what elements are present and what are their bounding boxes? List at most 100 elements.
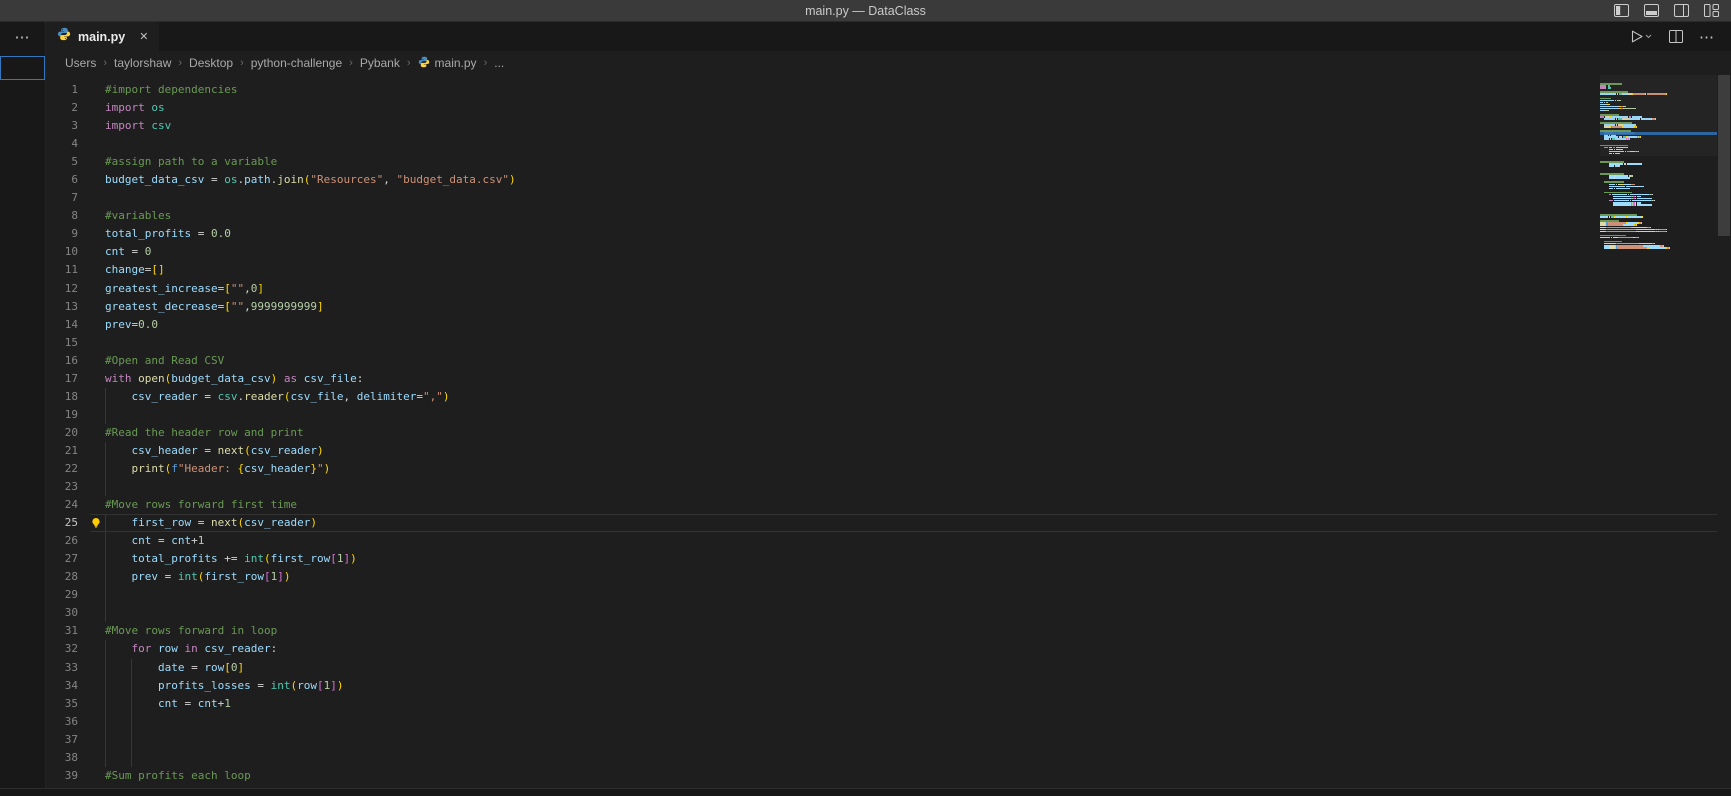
line-number[interactable]: 17 bbox=[46, 370, 78, 388]
toggle-secondary-sidebar-icon[interactable] bbox=[1674, 4, 1689, 17]
code-line[interactable]: 24 #Move rows forward first time bbox=[46, 496, 1731, 514]
code-line[interactable]: 26 cnt = cnt+1 bbox=[46, 532, 1731, 551]
code-line[interactable]: 27 total_profits += int(first_row[1]) bbox=[46, 550, 1731, 569]
minimap-slider[interactable] bbox=[1600, 75, 1717, 156]
breadcrumb-item[interactable]: Users bbox=[65, 56, 96, 70]
line-number[interactable]: 19 bbox=[46, 406, 78, 424]
code-line[interactable]: 5 #assign path to a variable bbox=[46, 153, 1731, 171]
code-line[interactable]: 2 import os bbox=[46, 99, 1731, 117]
line-number[interactable]: 32 bbox=[46, 640, 78, 658]
code-line[interactable]: 34 profits_losses = int(row[1]) bbox=[46, 676, 1731, 695]
code-line[interactable]: 28 prev = int(first_row[1]) bbox=[46, 568, 1731, 587]
line-number[interactable]: 28 bbox=[46, 568, 78, 586]
line-number[interactable]: 31 bbox=[46, 622, 78, 640]
tab-close-icon[interactable]: ✕ bbox=[139, 30, 148, 43]
code-line[interactable]: 7 bbox=[46, 189, 1731, 207]
code-line[interactable]: 4 bbox=[46, 135, 1731, 153]
line-number[interactable]: 27 bbox=[46, 550, 78, 568]
code-line[interactable]: 19 bbox=[46, 405, 1731, 424]
line-number[interactable]: 5 bbox=[46, 153, 78, 171]
line-number[interactable]: 2 bbox=[46, 99, 78, 117]
code-line[interactable]: 15 bbox=[46, 334, 1731, 352]
code-line[interactable]: 29 bbox=[46, 586, 1731, 605]
code-line[interactable]: 39 #Sum profits each loop bbox=[46, 767, 1731, 785]
code-line[interactable]: 31 #Move rows forward in loop bbox=[46, 622, 1731, 640]
line-number[interactable]: 10 bbox=[46, 243, 78, 261]
quick-fix-lightbulb-icon[interactable] bbox=[90, 517, 102, 529]
line-number[interactable]: 34 bbox=[46, 677, 78, 695]
code-line[interactable]: 21 csv_header = next(csv_reader) bbox=[46, 441, 1731, 460]
tab-main-py[interactable]: main.py ✕ bbox=[46, 22, 160, 51]
code-line[interactable]: 9 total_profits = 0.0 bbox=[46, 225, 1731, 243]
code-line[interactable]: 3 import csv bbox=[46, 117, 1731, 135]
breadcrumb-item[interactable]: python-challenge bbox=[251, 56, 342, 70]
code-line[interactable]: 8 #variables bbox=[46, 207, 1731, 225]
code-line[interactable]: 22 print(f"Header: {csv_header}") bbox=[46, 459, 1731, 479]
line-number[interactable]: 13 bbox=[46, 298, 78, 316]
line-number[interactable]: 30 bbox=[46, 604, 78, 622]
more-editor-actions-icon[interactable]: ⋯ bbox=[1699, 28, 1715, 46]
vertical-scrollbar[interactable] bbox=[1717, 75, 1731, 788]
code-line[interactable]: 35 cnt = cnt+1 bbox=[46, 694, 1731, 713]
line-number[interactable]: 14 bbox=[46, 316, 78, 334]
code-line[interactable]: 13 greatest_decrease=["",9999999999] bbox=[46, 298, 1731, 316]
code-editor[interactable]: 1 #import dependencies 2 import os 3 import c… bbox=[46, 75, 1731, 788]
line-number[interactable]: 21 bbox=[46, 442, 78, 460]
split-editor-icon[interactable] bbox=[1669, 30, 1683, 43]
code-line[interactable]: 32 for row in csv_reader: bbox=[46, 640, 1731, 659]
line-number[interactable]: 24 bbox=[46, 496, 78, 514]
line-number[interactable]: 16 bbox=[46, 352, 78, 370]
breadcrumb-item[interactable]: Desktop bbox=[189, 56, 233, 70]
line-number[interactable]: 9 bbox=[46, 225, 78, 243]
breadcrumb-item[interactable]: ... bbox=[494, 56, 504, 70]
code-line[interactable]: 14 prev=0.0 bbox=[46, 316, 1731, 334]
code-line[interactable]: 12 greatest_increase=["",0] bbox=[46, 280, 1731, 298]
code-line[interactable]: 30 bbox=[46, 604, 1731, 623]
line-number[interactable]: 4 bbox=[46, 135, 78, 153]
line-number[interactable]: 35 bbox=[46, 695, 78, 713]
line-number[interactable]: 7 bbox=[46, 189, 78, 207]
code-line[interactable]: 17 with open(budget_data_csv) as csv_file… bbox=[46, 370, 1731, 388]
line-number[interactable]: 1 bbox=[46, 81, 78, 99]
line-number[interactable]: 15 bbox=[46, 334, 78, 352]
toggle-panel-icon[interactable] bbox=[1644, 4, 1659, 17]
line-number[interactable]: 33 bbox=[46, 659, 78, 677]
code-line[interactable]: 23 bbox=[46, 478, 1731, 497]
line-number[interactable]: 37 bbox=[46, 731, 78, 749]
line-number[interactable]: 36 bbox=[46, 713, 78, 731]
toggle-primary-sidebar-icon[interactable] bbox=[1614, 4, 1629, 17]
line-number[interactable]: 12 bbox=[46, 280, 78, 298]
line-number[interactable]: 6 bbox=[46, 171, 78, 189]
line-number[interactable]: 8 bbox=[46, 207, 78, 225]
code-line[interactable]: 25 first_row = next(csv_reader) bbox=[46, 514, 1731, 533]
customize-layout-icon[interactable] bbox=[1704, 4, 1719, 17]
code-line[interactable]: 37 bbox=[46, 730, 1731, 749]
scrollbar-thumb[interactable] bbox=[1718, 75, 1730, 236]
line-number[interactable]: 29 bbox=[46, 586, 78, 604]
more-actions-icon[interactable]: ⋯ bbox=[0, 22, 45, 51]
line-number[interactable]: 20 bbox=[46, 424, 78, 442]
line-number[interactable]: 22 bbox=[46, 460, 78, 478]
code-line[interactable]: 6 budget_data_csv = os.path.join("Resourc… bbox=[46, 171, 1731, 189]
line-number[interactable]: 11 bbox=[46, 261, 78, 279]
breadcrumb-item[interactable]: Pybank bbox=[360, 56, 400, 70]
run-python-file-button[interactable] bbox=[1631, 30, 1653, 43]
code-line[interactable]: 38 bbox=[46, 748, 1731, 767]
breadcrumb-item[interactable]: taylorshaw bbox=[114, 56, 171, 70]
line-number[interactable]: 18 bbox=[46, 388, 78, 406]
code-line[interactable]: 1 #import dependencies bbox=[46, 81, 1731, 99]
line-number[interactable]: 3 bbox=[46, 117, 78, 135]
line-number[interactable]: 25 bbox=[46, 514, 78, 532]
line-number[interactable]: 39 bbox=[46, 767, 78, 785]
code-line[interactable]: 18 csv_reader = csv.reader(csv_file, del… bbox=[46, 387, 1731, 406]
line-number[interactable]: 26 bbox=[46, 532, 78, 550]
code-line[interactable]: 33 date = row[0] bbox=[46, 658, 1731, 677]
rail-focus-box[interactable] bbox=[0, 56, 45, 80]
breadcrumb-item[interactable]: main.py bbox=[418, 56, 477, 71]
code-line[interactable]: 20 #Read the header row and print bbox=[46, 424, 1731, 442]
code-line[interactable]: 10 cnt = 0 bbox=[46, 243, 1731, 261]
code-line[interactable]: 36 bbox=[46, 712, 1731, 731]
code-line[interactable]: 16 #Open and Read CSV bbox=[46, 352, 1731, 370]
line-number[interactable]: 23 bbox=[46, 478, 78, 496]
minimap[interactable] bbox=[1600, 75, 1717, 788]
